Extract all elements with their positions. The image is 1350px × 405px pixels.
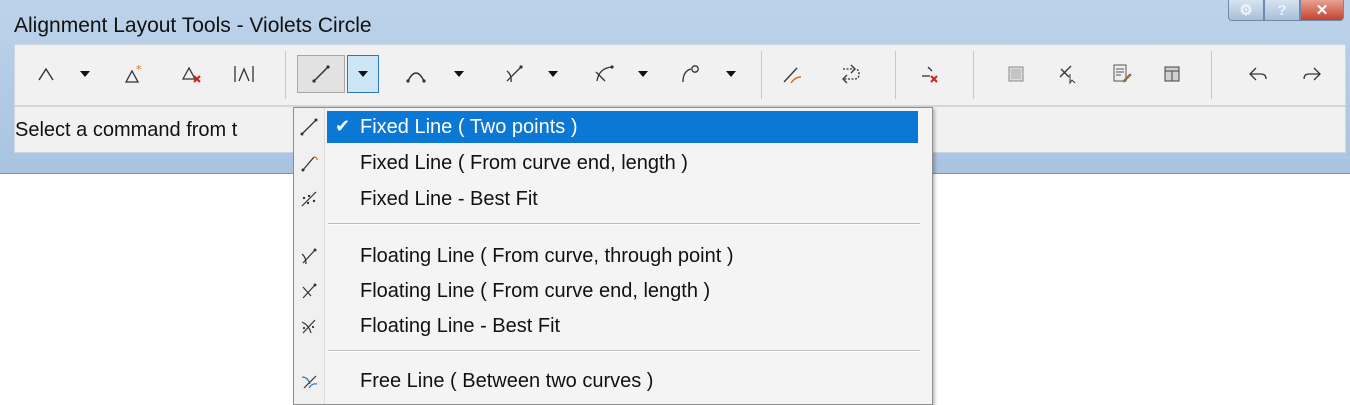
alignment-point-button[interactable] bbox=[29, 55, 63, 93]
grid-view-icon bbox=[1164, 66, 1180, 82]
add-point-icon: * bbox=[124, 63, 142, 83]
edit-pi-icon bbox=[1059, 65, 1076, 85]
fixed-line-icon bbox=[312, 65, 330, 83]
floating-curve-button[interactable] bbox=[587, 55, 621, 93]
add-point-button[interactable]: * bbox=[117, 55, 151, 93]
reverse-curve-icon bbox=[783, 67, 802, 84]
dropdown-arrow-icon bbox=[548, 71, 558, 77]
menu-item-label: Free Line ( Between two curves ) bbox=[360, 370, 654, 392]
menu-item-label: Fixed Line ( Two points ) bbox=[360, 116, 578, 138]
menu-item-fixed-line-curve-end[interactable]: Fixed Line ( From curve end, length ) bbox=[294, 147, 932, 179]
gear-icon: ⚙ bbox=[1239, 2, 1253, 19]
menu-item-label: Fixed Line ( From curve end, length ) bbox=[360, 152, 688, 174]
floating-line-dropdown[interactable] bbox=[545, 55, 561, 93]
menu-item-label: Floating Line - Best Fit bbox=[360, 315, 561, 337]
redo-icon bbox=[1303, 67, 1321, 81]
dropdown-arrow-icon bbox=[726, 71, 736, 77]
window-title: Alignment Layout Tools - Violets Circle bbox=[14, 14, 372, 37]
floating-line-curve-end-icon bbox=[302, 283, 317, 299]
floating-line-best-fit-icon bbox=[301, 319, 316, 334]
spiral-button[interactable] bbox=[673, 55, 707, 93]
dropdown-arrow-icon bbox=[358, 71, 368, 77]
undo-button[interactable] bbox=[1241, 55, 1275, 93]
reverse-direction-button[interactable] bbox=[833, 55, 867, 93]
floating-curve-icon bbox=[595, 65, 614, 82]
point-info-icon bbox=[234, 66, 254, 82]
menu-item-free-line[interactable]: Free Line ( Between two curves ) bbox=[294, 365, 932, 397]
toolbar-separator bbox=[973, 51, 974, 99]
caption-buttons: ⚙ ? ✕ bbox=[1228, 0, 1344, 21]
fixed-line-curve-end-icon bbox=[301, 156, 318, 172]
point-info-button[interactable] bbox=[227, 55, 261, 93]
view-table-icon bbox=[1008, 66, 1024, 82]
menu-item-floating-line-through-point[interactable]: Floating Line ( From curve, through poin… bbox=[294, 240, 932, 272]
menu-item-floating-line-best-fit[interactable]: Floating Line - Best Fit bbox=[294, 310, 932, 342]
delete-entity-button[interactable] bbox=[913, 55, 947, 93]
fixed-curve-dropdown[interactable] bbox=[451, 55, 467, 93]
menu-item-label: Floating Line ( From curve, through poin… bbox=[360, 245, 734, 267]
menu-item-fixed-line-two-points[interactable]: ✔ Fixed Line ( Two points ) bbox=[294, 111, 932, 143]
fixed-line-two-points-icon bbox=[300, 118, 318, 136]
fixed-curve-button[interactable] bbox=[399, 55, 433, 93]
floating-line-through-point-icon bbox=[301, 248, 317, 265]
floating-line-icon bbox=[506, 65, 523, 83]
reverse-direction-icon bbox=[842, 64, 860, 84]
alignment-point-dropdown[interactable] bbox=[77, 55, 93, 93]
floating-line-button[interactable] bbox=[497, 55, 531, 93]
redo-button[interactable] bbox=[1295, 55, 1329, 93]
toolbar-separator bbox=[761, 51, 762, 99]
menu-separator bbox=[328, 223, 920, 225]
dropdown-arrow-icon bbox=[638, 71, 648, 77]
checkmark-icon: ✔ bbox=[335, 116, 351, 136]
close-icon: ✕ bbox=[1315, 2, 1329, 19]
undo-icon bbox=[1249, 67, 1267, 81]
delete-point-icon bbox=[181, 66, 201, 83]
spiral-dropdown[interactable] bbox=[723, 55, 739, 93]
settings-button[interactable]: ⚙ bbox=[1228, 0, 1264, 21]
help-icon: ? bbox=[1277, 1, 1287, 19]
menu-item-fixed-line-best-fit[interactable]: Fixed Line - Best Fit bbox=[294, 183, 932, 215]
fixed-line-best-fit-icon bbox=[301, 191, 317, 207]
alignment-point-icon bbox=[38, 67, 54, 81]
edit-properties-button[interactable] bbox=[1105, 55, 1139, 93]
free-line-icon bbox=[301, 375, 318, 389]
delete-point-button[interactable] bbox=[175, 55, 209, 93]
edit-pi-button[interactable] bbox=[1051, 55, 1085, 93]
delete-entity-icon bbox=[922, 66, 938, 83]
floating-curve-dropdown[interactable] bbox=[635, 55, 651, 93]
grid-view-button[interactable] bbox=[1155, 55, 1189, 93]
menu-item-label: Fixed Line - Best Fit bbox=[360, 188, 538, 210]
menu-item-floating-line-curve-end[interactable]: Floating Line ( From curve end, length ) bbox=[294, 275, 932, 307]
toolbar-separator bbox=[895, 51, 896, 99]
edit-properties-icon bbox=[1113, 64, 1132, 83]
toolbar: * bbox=[14, 44, 1346, 106]
fixed-curve-icon bbox=[406, 72, 426, 83]
close-button[interactable]: ✕ bbox=[1300, 0, 1344, 21]
menu-separator bbox=[328, 350, 920, 352]
reverse-curve-button[interactable] bbox=[775, 55, 809, 93]
menu-item-label: Floating Line ( From curve end, length ) bbox=[360, 280, 711, 302]
dropdown-arrow-icon bbox=[80, 71, 90, 77]
toolbar-separator bbox=[285, 51, 286, 99]
toolbar-separator bbox=[1211, 51, 1212, 99]
status-text: Select a command from t bbox=[15, 119, 238, 141]
svg-text:*: * bbox=[136, 63, 142, 76]
line-type-menu: ✔ Fixed Line ( Two points ) Fixed Line (… bbox=[293, 107, 933, 405]
help-button[interactable]: ? bbox=[1264, 0, 1300, 21]
dropdown-arrow-icon bbox=[454, 71, 464, 77]
fixed-line-button[interactable] bbox=[297, 55, 345, 93]
spiral-icon bbox=[682, 65, 699, 83]
fixed-line-dropdown[interactable] bbox=[347, 55, 379, 93]
view-table-button[interactable] bbox=[999, 55, 1033, 93]
